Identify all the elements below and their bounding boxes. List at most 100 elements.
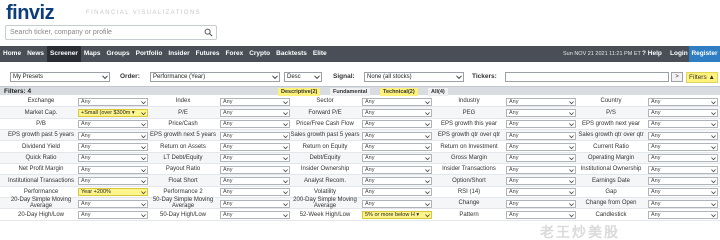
filter-select-performance[interactable]: Year +200%: [78, 188, 148, 197]
nav-item-home[interactable]: Home: [0, 46, 24, 62]
direction-select[interactable]: Desc: [284, 72, 322, 82]
filter-select-200-day-simple-moving-average[interactable]: Any: [362, 199, 432, 208]
tickers-input[interactable]: [505, 72, 669, 82]
filter-select-20-day-simple-moving-average[interactable]: Any: [78, 199, 148, 208]
chevron-down-icon: [141, 180, 146, 184]
filter-select-50-day-simple-moving-average[interactable]: Any: [220, 199, 290, 208]
filter-select-payout-ratio[interactable]: Any: [220, 165, 290, 174]
signal-select[interactable]: None (all stocks): [364, 72, 464, 82]
filter-select-price-cash[interactable]: Any: [220, 120, 290, 129]
chevron-down-icon: [456, 75, 462, 80]
chevron-down-icon: [569, 180, 574, 184]
filter-select-pattern[interactable]: Any: [506, 210, 576, 219]
filter-label-market-cap: Market Cap.: [24, 109, 58, 116]
nav-item-portfolio[interactable]: Portfolio: [133, 46, 166, 62]
nav-item-insider[interactable]: Insider: [165, 46, 192, 62]
filter-value: Any: [365, 155, 375, 162]
nav-item-groups[interactable]: Groups: [104, 46, 133, 62]
filter-select-p-e[interactable]: Any: [220, 108, 290, 117]
filter-value: Any: [365, 166, 375, 173]
filter-select-price-free-cash-flow[interactable]: Any: [362, 120, 432, 129]
register-button[interactable]: Register: [689, 46, 720, 62]
filter-select-earnings-date[interactable]: Any: [648, 176, 718, 185]
filter-select-analyst-recom[interactable]: Any: [362, 176, 432, 185]
datetime: Sun NOV 21 2021 11:21 PM ET: [563, 51, 641, 57]
filter-select-peg[interactable]: Any: [506, 108, 576, 117]
filter-label-rsi-14: RSI (14): [457, 188, 481, 195]
filter-select-gross-margin[interactable]: Any: [506, 154, 576, 163]
nav-item-screener[interactable]: Screener: [47, 46, 81, 62]
filter-select-50-day-high-low[interactable]: Any: [220, 210, 290, 219]
chevron-down-icon: [283, 157, 288, 161]
tickers-go-button[interactable]: >: [671, 72, 683, 82]
filter-label-price-cash: Price/Cash: [168, 120, 198, 127]
filter-select-20-day-high-low[interactable]: Any: [78, 210, 148, 219]
filter-select-volatility[interactable]: Any: [362, 188, 432, 197]
filter-select-return-on-investment[interactable]: Any: [506, 142, 576, 151]
signal-value: None (all stocks): [367, 74, 412, 80]
chevron-down-icon: [711, 180, 716, 184]
filter-select-return-on-assets[interactable]: Any: [220, 142, 290, 151]
filter-select-quick-ratio[interactable]: Any: [78, 154, 148, 163]
filter-select-net-profit-margin[interactable]: Any: [78, 165, 148, 174]
nav-item-backtests[interactable]: Backtests: [273, 46, 310, 62]
filter-select-eps-growth-next-year[interactable]: Any: [648, 120, 718, 129]
tab-all[interactable]: All(4): [428, 88, 448, 96]
filter-select-change[interactable]: Any: [506, 199, 576, 208]
tab-descriptive[interactable]: Descriptive(2): [278, 88, 321, 96]
filter-value: Any: [365, 143, 375, 150]
filter-select-52-week-high-low[interactable]: 5% or more below H ▾: [362, 210, 432, 219]
nav-item-maps[interactable]: Maps: [81, 46, 104, 62]
filter-select-industry[interactable]: Any: [506, 97, 576, 106]
help-link[interactable]: ? Help: [642, 46, 662, 62]
filter-select-eps-growth-next-5-years[interactable]: Any: [220, 131, 290, 140]
nav-item-crypto[interactable]: Crypto: [246, 46, 273, 62]
filter-select-institutional-transactions[interactable]: Any: [78, 176, 148, 185]
search-input[interactable]: Search ticker, company or profile: [5, 25, 217, 40]
tab-technical[interactable]: Technical(2): [380, 88, 418, 96]
filter-select-lt-debt-equity[interactable]: Any: [220, 154, 290, 163]
filter-select-eps-growth-past-5-years[interactable]: Any: [78, 131, 148, 140]
filter-select-sector[interactable]: Any: [362, 97, 432, 106]
filter-select-eps-growth-qtr-over-qtr[interactable]: Any: [506, 131, 576, 140]
tab-fundamental[interactable]: Fundamental: [330, 88, 371, 96]
filter-select-float-short[interactable]: Any: [220, 176, 290, 185]
filters-toggle-button[interactable]: Filters ▲: [686, 72, 718, 83]
filter-select-index[interactable]: Any: [220, 97, 290, 106]
filter-select-institutional-ownership[interactable]: Any: [648, 165, 718, 174]
finviz-logo[interactable]: finviz: [6, 2, 55, 25]
filter-select-exchange[interactable]: Any: [78, 97, 148, 106]
filter-select-candlestick[interactable]: Any: [648, 210, 718, 219]
filter-select-p-s[interactable]: Any: [648, 108, 718, 117]
filter-label-return-on-equity: Return on Equity: [302, 143, 348, 150]
filter-select-insider-ownership[interactable]: Any: [362, 165, 432, 174]
search-icon[interactable]: [204, 28, 213, 37]
filter-select-current-ratio[interactable]: Any: [648, 142, 718, 151]
filter-select-p-b[interactable]: Any: [78, 120, 148, 129]
filter-select-sales-growth-past-5-years[interactable]: Any: [362, 131, 432, 140]
nav-item-news[interactable]: News: [24, 46, 47, 62]
filter-select-operating-margin[interactable]: Any: [648, 154, 718, 163]
nav-item-futures[interactable]: Futures: [193, 46, 223, 62]
filter-select-eps-growth-this-year[interactable]: Any: [506, 120, 576, 129]
filter-select-option-short[interactable]: Any: [506, 176, 576, 185]
filter-select-market-cap[interactable]: +Small (over $300m ▾: [78, 108, 148, 117]
filter-select-forward-p-e[interactable]: Any: [362, 108, 432, 117]
login-link[interactable]: Login: [670, 46, 688, 62]
filter-value: Any: [651, 211, 661, 218]
nav-item-forex[interactable]: Forex: [223, 46, 247, 62]
filter-select-change-from-open[interactable]: Any: [648, 199, 718, 208]
filter-select-gap[interactable]: Any: [648, 188, 718, 197]
filter-select-country[interactable]: Any: [648, 97, 718, 106]
filter-select-debt-equity[interactable]: Any: [362, 154, 432, 163]
presets-select[interactable]: My Presets: [10, 72, 110, 82]
filter-select-return-on-equity[interactable]: Any: [362, 142, 432, 151]
chevron-down-icon: [283, 180, 288, 184]
nav-item-elite[interactable]: Elite: [310, 46, 330, 62]
order-select[interactable]: Performance (Year): [150, 72, 280, 82]
filter-select-rsi-14[interactable]: Any: [506, 188, 576, 197]
filter-select-performance-2[interactable]: Any: [220, 188, 290, 197]
filter-select-dividend-yield[interactable]: Any: [78, 142, 148, 151]
filter-select-insider-transactions[interactable]: Any: [506, 165, 576, 174]
filter-select-sales-growth-qtr-over-qtr[interactable]: Any: [648, 131, 718, 140]
